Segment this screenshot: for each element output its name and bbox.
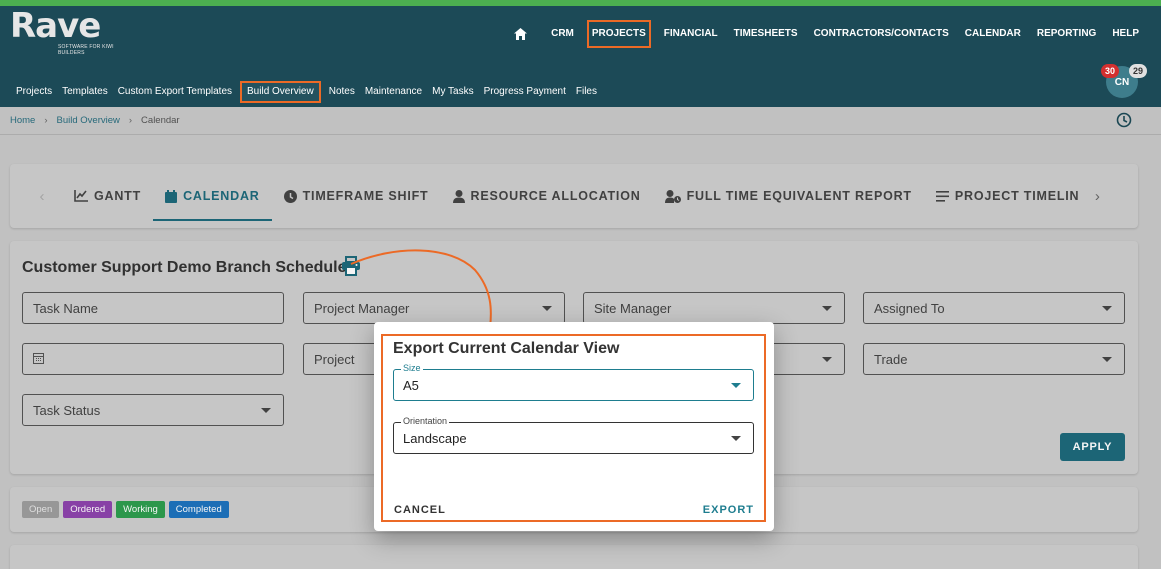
export-dialog-title: Export Current Calendar View <box>393 340 620 357</box>
export-button[interactable]: EXPORT <box>703 504 754 516</box>
caret-down-icon <box>731 436 741 441</box>
orientation-label: Orientation <box>401 416 450 426</box>
orientation-select[interactable]: Orientation Landscape <box>393 416 754 454</box>
size-select[interactable]: Size A5 <box>393 363 754 401</box>
orientation-value: Landscape <box>403 430 467 446</box>
export-dialog: Export Current Calendar View Size A5 Ori… <box>374 322 774 531</box>
size-value: A5 <box>403 377 419 393</box>
cancel-button[interactable]: CANCEL <box>394 504 446 516</box>
size-label: Size <box>401 363 423 373</box>
caret-down-icon <box>731 383 741 388</box>
